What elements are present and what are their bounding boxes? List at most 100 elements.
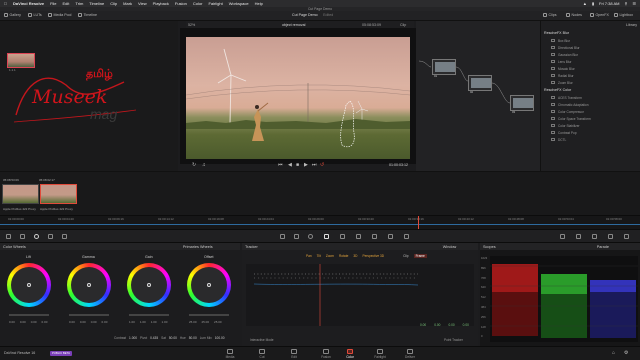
color-node-02[interactable]: 02 xyxy=(468,75,492,94)
fx-item[interactable]: ACES Transform xyxy=(541,94,640,101)
lift-wheel[interactable] xyxy=(7,263,51,307)
rgb-mixer-icon[interactable] xyxy=(48,234,53,239)
menu-edit[interactable]: Edit xyxy=(63,1,70,6)
gain-master-slider[interactable] xyxy=(129,314,169,316)
tracker-window-mode[interactable]: Window xyxy=(443,245,457,249)
page-media[interactable]: Media xyxy=(218,349,242,359)
gain-b[interactable]: 1.00 xyxy=(162,320,168,324)
point-tracker-button[interactable]: Point Tracker xyxy=(444,338,463,342)
audio-icon[interactable]: ♫ xyxy=(202,162,206,168)
curves-icon[interactable] xyxy=(280,234,285,239)
contrast-value[interactable]: 1.000 xyxy=(129,336,137,340)
lum-mix-value[interactable]: 100.00 xyxy=(215,336,225,340)
fx-item[interactable]: Box Blur xyxy=(541,37,640,44)
menu-view[interactable]: View xyxy=(138,1,147,6)
tracker-graph[interactable] xyxy=(246,264,474,326)
menu-clip[interactable]: Clip xyxy=(110,1,117,6)
nodes-button[interactable]: Nodes xyxy=(566,13,582,17)
offset-wheel[interactable] xyxy=(187,263,231,307)
app-menu[interactable]: DaVinci Resolve xyxy=(13,1,44,6)
color-node-01[interactable]: 01 xyxy=(432,59,456,78)
apple-icon[interactable]:  xyxy=(4,1,7,6)
prev-frame-icon[interactable]: ⏮ xyxy=(278,162,283,168)
fx-item[interactable]: Color Space Transform xyxy=(541,115,640,122)
gallery-button[interactable]: Gallery xyxy=(4,13,21,17)
lift-b[interactable]: 0.00 xyxy=(42,320,48,324)
tracker-clip-button[interactable]: Clip xyxy=(403,254,409,258)
interactive-mode-checkbox[interactable]: Interactive Mode xyxy=(250,338,274,342)
settings-icon[interactable]: ⚙ xyxy=(624,350,628,356)
timeline-button[interactable]: Timeline xyxy=(78,13,97,17)
fx-item[interactable]: Contrast Pop xyxy=(541,129,640,136)
key-icon[interactable] xyxy=(372,234,377,239)
battery-icon[interactable]: ▮ xyxy=(592,1,594,6)
play-icon[interactable]: ▶ xyxy=(304,162,308,168)
fx-item[interactable]: Color Compressor xyxy=(541,108,640,115)
scope-icon[interactable] xyxy=(560,234,565,239)
menu-trim[interactable]: Trim xyxy=(75,1,83,6)
clip-dropdown[interactable]: Clip xyxy=(400,23,406,27)
loop-toggle-icon[interactable]: ↺ xyxy=(320,162,324,168)
tracker-frame-button[interactable]: Frame xyxy=(413,254,427,258)
gamma-r[interactable]: 0.00 xyxy=(80,320,86,324)
menu-playback[interactable]: Playback xyxy=(153,1,169,6)
menu-fusion[interactable]: Fusion xyxy=(175,1,187,6)
pivot-value[interactable]: 0.435 xyxy=(150,336,158,340)
fx-item[interactable]: Zoom Blur xyxy=(541,79,640,86)
gamma-y[interactable]: 0.00 xyxy=(69,320,75,324)
offset-b[interactable]: 25.00 xyxy=(214,320,222,324)
zoom-level[interactable]: 52% xyxy=(188,23,195,27)
menu-list-icon[interactable]: ☰ xyxy=(632,1,636,6)
loop-icon[interactable]: ↻ xyxy=(192,162,196,168)
menu-workspace[interactable]: Workspace xyxy=(229,1,249,6)
lift-y[interactable]: 0.00 xyxy=(9,320,15,324)
lift-puck[interactable] xyxy=(27,283,31,287)
color-wheels-icon[interactable] xyxy=(34,234,39,239)
fx-item[interactable]: Color Stabilizer xyxy=(541,122,640,129)
sat-value[interactable]: 50.00 xyxy=(169,336,177,340)
clip-thumbnail[interactable] xyxy=(40,184,77,204)
timeline-ruler[interactable]: 01:00:00:00 01:00:04:20 01:00:09:16 01:0… xyxy=(0,215,640,230)
clip-thumbnail[interactable] xyxy=(2,184,39,204)
track-3d-checkbox[interactable]: 3D xyxy=(353,254,357,258)
video-viewer[interactable] xyxy=(186,37,410,159)
track-tilt-checkbox[interactable]: Tilt xyxy=(317,254,321,258)
home-icon[interactable]: ⌂ xyxy=(612,350,615,356)
gamma-g[interactable]: 0.00 xyxy=(91,320,97,324)
menu-timeline[interactable]: Timeline xyxy=(89,1,104,6)
gain-wheel[interactable] xyxy=(127,263,171,307)
info-icon[interactable] xyxy=(576,234,581,239)
fx-item[interactable]: Directional Blur xyxy=(541,44,640,51)
gain-y[interactable]: 1.00 xyxy=(129,320,135,324)
library-tab[interactable]: Library xyxy=(541,21,640,29)
gamma-master-slider[interactable] xyxy=(69,314,109,316)
page-fusion[interactable]: Fusion xyxy=(314,349,338,359)
menu-file[interactable]: File xyxy=(50,1,56,6)
waveform-icon[interactable] xyxy=(608,234,613,239)
fx-item[interactable]: Radial Blur xyxy=(541,72,640,79)
playhead[interactable] xyxy=(418,216,419,230)
gain-puck[interactable] xyxy=(147,283,151,287)
scope-type-dropdown[interactable]: Parade xyxy=(597,245,609,249)
clips-button[interactable]: Clips xyxy=(543,13,557,17)
qualifier-icon[interactable] xyxy=(294,234,299,239)
menu-fairlight[interactable]: Fairlight xyxy=(208,1,222,6)
offset-master-slider[interactable] xyxy=(189,314,229,316)
gain-r[interactable]: 1.00 xyxy=(140,320,146,324)
luts-button[interactable]: LUTs xyxy=(28,13,42,17)
lift-r[interactable]: 0.00 xyxy=(20,320,26,324)
offset-g[interactable]: 25.00 xyxy=(202,320,210,324)
gain-g[interactable]: 1.00 xyxy=(151,320,157,324)
fx-item[interactable]: Mosaic Blur xyxy=(541,65,640,72)
openfx-button[interactable]: OpenFX xyxy=(590,13,609,17)
lift-g[interactable]: 0.00 xyxy=(31,320,37,324)
track-pan-checkbox[interactable]: Pan xyxy=(306,254,312,258)
clock[interactable]: Fri 7:38 AM xyxy=(599,1,619,6)
track-zoom-checkbox[interactable]: Zoom xyxy=(326,254,334,258)
window-icon[interactable] xyxy=(308,234,313,239)
camera-raw-icon[interactable] xyxy=(6,234,11,239)
media-pool-button[interactable]: Media Pool xyxy=(48,13,71,17)
next-frame-icon[interactable]: ⏭ xyxy=(312,162,317,168)
page-color[interactable]: Color xyxy=(338,349,362,359)
gamma-b[interactable]: 0.00 xyxy=(102,320,108,324)
